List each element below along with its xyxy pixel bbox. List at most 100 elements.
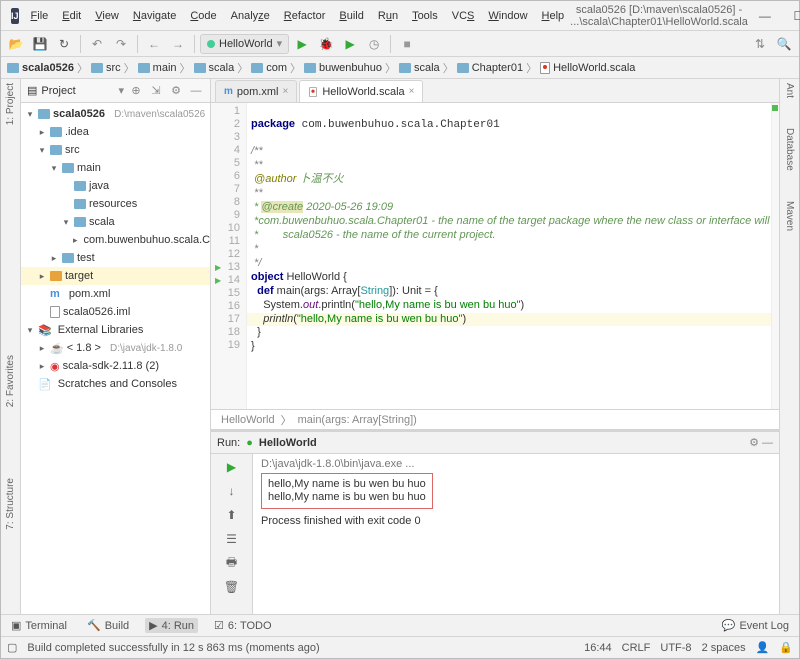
project-tree[interactable]: ▾scala0526 D:\maven\scala0526 ▸.idea ▾sr… [21,103,210,614]
main-toolbar: 📂 💾 ↻ ↶ ↷ ← → HelloWorld ▾ ▶ 🐞 ▶ ◷ ■ ⇅ 🔍 [1,31,799,57]
redo-icon[interactable]: ↷ [110,33,132,55]
tree-ext-libs[interactable]: ▾📚 External Libraries [21,321,210,339]
crumb-com[interactable]: com [251,62,287,74]
run-config-label: HelloWorld [219,38,273,50]
lock-icon[interactable]: 🔒 [779,641,793,654]
run-console[interactable]: D:\java\jdk-1.8.0\bin\java.exe ... hello… [253,454,779,614]
menu-navigate[interactable]: Navigate [127,6,182,26]
tree-pom[interactable]: m pom.xml [21,285,210,303]
menu-analyze[interactable]: Analyze [225,6,276,26]
tool-project[interactable]: 1: Project [5,83,16,125]
crumb-pkg1[interactable]: buwenbuhuo [304,62,382,74]
menu-tools[interactable]: Tools [406,6,444,26]
crumb-scala[interactable]: scala [194,62,235,74]
tool-todo[interactable]: ☑ 6: TODO [210,618,275,633]
window-maximize[interactable]: ☐ [782,5,800,27]
save-icon[interactable]: 💾 [29,33,51,55]
status-caret-pos[interactable]: 16:44 [584,642,612,654]
crumb-main[interactable]: main [138,62,177,74]
nav-forward-icon[interactable]: → [167,33,189,55]
tree-src[interactable]: ▾src [21,141,210,159]
clear-icon[interactable]: 🗑 [222,578,242,596]
print-icon[interactable]: 🖶 [222,554,242,572]
line-gutter[interactable]: 123456789101112 13141516171819 [211,103,247,409]
tree-package[interactable]: ▸com.buwenbuhuo.scala.Chapte [21,231,210,249]
menu-code[interactable]: Code [184,6,222,26]
tree-scala-folder[interactable]: ▾scala [21,213,210,231]
tree-root[interactable]: ▾scala0526 D:\maven\scala0526 [21,105,210,123]
status-toggle-icon[interactable]: ▢ [7,641,17,654]
crumb-pkg2[interactable]: scala [399,62,440,74]
tool-structure[interactable]: 7: Structure [5,478,16,530]
status-inspect-icon[interactable]: 👤 [756,641,770,654]
layout-icon[interactable]: ☰ [222,530,242,548]
run-button[interactable]: ▶ [291,33,313,55]
menu-view[interactable]: View [89,6,125,26]
rerun-icon[interactable]: ▶ [222,458,242,476]
project-collapse-icon[interactable]: ⇲ [148,83,164,99]
crumb-src[interactable]: src [91,62,121,74]
tree-scala-sdk[interactable]: ▸◉scala-sdk-2.11.8 (2) [21,357,210,375]
project-settings-icon[interactable]: ⊕ [128,83,144,99]
vcs-icon[interactable]: ⇅ [749,33,771,55]
window-minimize[interactable]: ― [748,5,782,27]
run-config-name[interactable]: HelloWorld [259,437,317,449]
close-icon[interactable]: × [282,86,288,97]
crumb-method[interactable]: main(args: Array[String]) [298,414,417,426]
coverage-button[interactable]: ▶ [339,33,361,55]
profile-button[interactable]: ◷ [363,33,385,55]
menu-vcs[interactable]: VCS [446,6,481,26]
tree-main[interactable]: ▾main [21,159,210,177]
stop-button[interactable]: ■ [396,33,418,55]
status-line-sep[interactable]: CRLF [622,642,651,654]
debug-button[interactable]: 🐞 [315,33,337,55]
open-icon[interactable]: 📂 [5,33,27,55]
tab-pom[interactable]: mpom.xml× [215,80,297,102]
project-gear-icon[interactable]: ⚙ [168,83,184,99]
code-editor[interactable]: package com.buwenbuhuo.scala.Chapter01 /… [247,103,779,409]
tool-run[interactable]: ▶ 4: Run [145,618,198,633]
tree-jdk[interactable]: ▸☕< 1.8 > D:\java\jdk-1.8.0 [21,339,210,357]
crumb-file[interactable]: HelloWorld.scala [540,62,635,74]
tool-terminal[interactable]: ▣ Terminal [7,618,71,633]
crumb-chapter[interactable]: Chapter01 [457,62,523,74]
tool-favorites[interactable]: 2: Favorites [5,355,16,407]
tree-test[interactable]: ▸test [21,249,210,267]
project-header-label[interactable]: Project [41,85,114,97]
search-icon[interactable]: 🔍 [773,33,795,55]
menu-edit[interactable]: Edit [56,6,87,26]
up-stack-icon[interactable]: ⬆ [222,506,242,524]
menu-window[interactable]: Window [482,6,533,26]
menu-file[interactable]: File [25,6,55,26]
stop-icon[interactable]: ↓ [222,482,242,500]
inspection-strip[interactable] [771,103,779,409]
status-indent[interactable]: 2 spaces [702,642,746,654]
tool-database[interactable]: Database [784,128,795,171]
tool-maven[interactable]: Maven [784,201,795,231]
project-hide-icon[interactable]: ― [188,83,204,99]
editor-area[interactable]: 123456789101112 13141516171819 package c… [211,103,779,409]
tab-helloworld[interactable]: HelloWorld.scala× [299,80,423,102]
tool-ant[interactable]: Ant [784,83,795,98]
tree-resources[interactable]: resources [21,195,210,213]
crumb-class[interactable]: HelloWorld [221,414,275,426]
nav-back-icon[interactable]: ← [143,33,165,55]
menu-run[interactable]: Run [372,6,404,26]
undo-icon[interactable]: ↶ [86,33,108,55]
close-icon[interactable]: × [409,86,415,97]
menu-help[interactable]: Help [536,6,571,26]
crumb-root[interactable]: scala0526 [7,62,74,74]
menu-build[interactable]: Build [333,6,369,26]
tree-idea[interactable]: ▸.idea [21,123,210,141]
tool-eventlog[interactable]: 💬 Event Log [718,618,793,633]
tree-scratches[interactable]: 📄 Scratches and Consoles [21,375,210,393]
status-encoding[interactable]: UTF-8 [660,642,691,654]
tree-java[interactable]: java [21,177,210,195]
tree-target[interactable]: ▸target [21,267,210,285]
tree-iml[interactable]: scala0526.iml [21,303,210,321]
tool-build[interactable]: 🔨 Build [83,618,133,633]
run-settings-icon[interactable]: ⚙ ― [749,436,773,449]
menu-refactor[interactable]: Refactor [278,6,332,26]
run-config-selector[interactable]: HelloWorld ▾ [200,34,289,54]
refresh-icon[interactable]: ↻ [53,33,75,55]
